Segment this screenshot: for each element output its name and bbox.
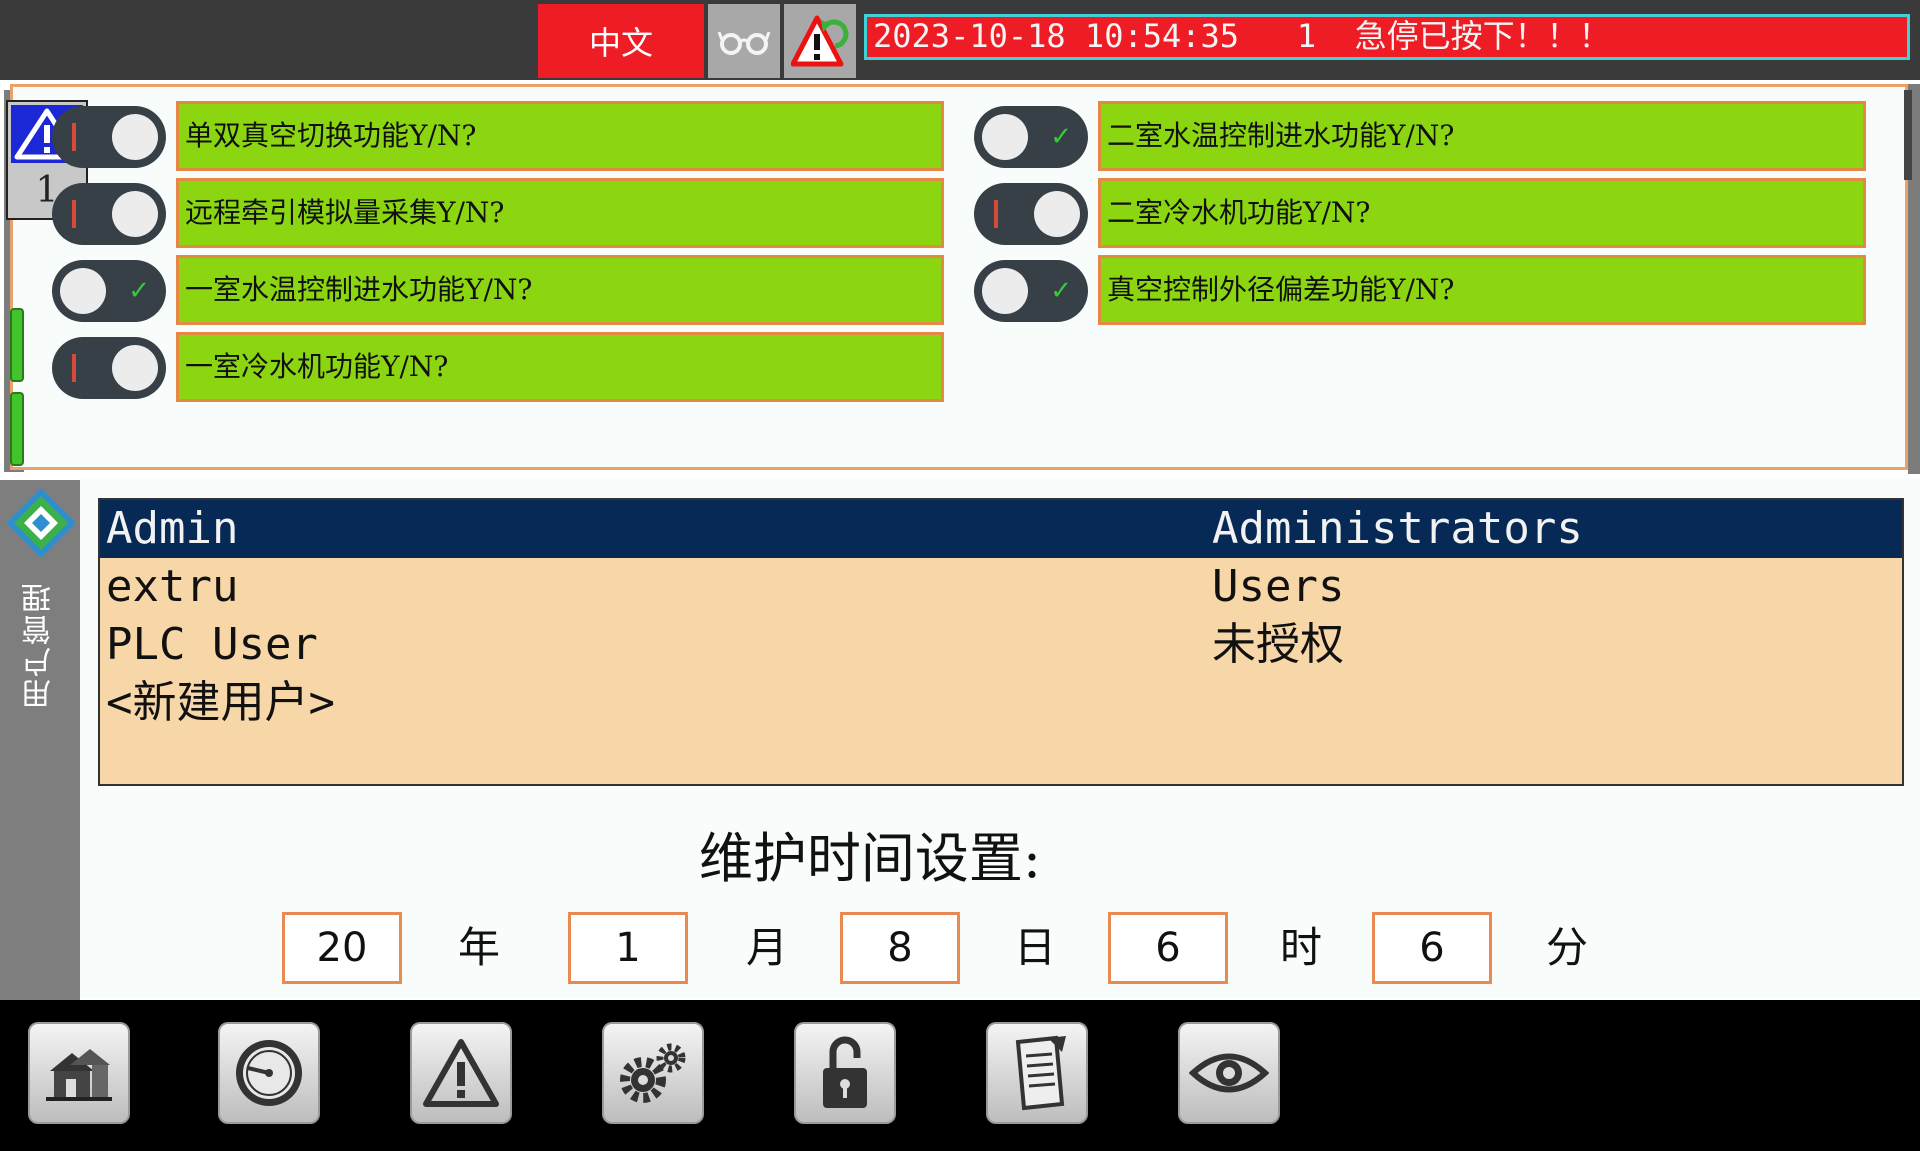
app-logo-icon	[4, 486, 78, 560]
unit-minute-label: 分	[1545, 923, 1588, 972]
unit-hour-label: 时	[1279, 923, 1322, 972]
home-icon	[46, 1049, 112, 1101]
check-icon: ✓	[1050, 276, 1072, 306]
function-label: 真空控制外径偏差功能Y/N?	[1098, 255, 1866, 325]
toggle-room2-chiller[interactable]	[974, 183, 1088, 245]
user-name: Admin	[106, 503, 239, 554]
unit-month-label: 月	[745, 923, 788, 972]
settings-button[interactable]	[602, 1022, 704, 1124]
off-mark-icon	[72, 123, 76, 151]
alarm-message-bar[interactable]: 2023-10-18 10:54:35 1 急停已按下！！！	[864, 14, 1910, 60]
toggle-room1-chiller[interactable]	[52, 337, 166, 399]
user-name: extru	[106, 561, 239, 612]
view-icon	[1189, 1053, 1269, 1093]
view-button[interactable]	[1178, 1022, 1280, 1124]
home-button[interactable]	[28, 1022, 130, 1124]
function-label: 二室水温控制进水功能Y/N?	[1098, 101, 1866, 171]
unit-day-label: 日	[1013, 923, 1056, 972]
gauge-button[interactable]	[218, 1022, 320, 1124]
toggle-room2-water-temp-control[interactable]: ✓	[974, 106, 1088, 168]
function-label: 远程牵引模拟量采集Y/N?	[176, 178, 944, 248]
function-label: 一室水温控制进水功能Y/N?	[176, 255, 944, 325]
user-table: Admin Administrators extru Users PLC Use…	[98, 498, 1904, 786]
toggle-vacuum-diameter-deviation[interactable]: ✓	[974, 260, 1088, 322]
alarm-button[interactable]	[410, 1022, 512, 1124]
unit-year-label: 年	[457, 923, 500, 972]
alarm-refresh-icon	[791, 15, 849, 67]
settings-icon	[620, 1043, 686, 1103]
maintenance-minute-input[interactable]: 6	[1372, 912, 1492, 984]
maintenance-time-title: 维护时间设置:	[698, 827, 1042, 890]
side-indicator	[10, 392, 24, 466]
maintenance-month-input[interactable]: 1	[568, 912, 688, 984]
off-mark-icon	[72, 354, 76, 382]
new-user-row[interactable]: <新建用户>	[100, 674, 1902, 732]
function-label: 一室冷水机功能Y/N?	[176, 332, 944, 402]
function-label: 二室冷水机功能Y/N?	[1098, 178, 1866, 248]
user-row-selected[interactable]: Admin Administrators	[100, 500, 1902, 558]
glasses-icon	[717, 31, 771, 55]
maintenance-year-input[interactable]: 20	[282, 912, 402, 984]
user-group: 未授权	[1212, 619, 1344, 670]
check-icon: ✓	[128, 276, 150, 306]
recipe-button[interactable]	[986, 1022, 1088, 1124]
function-label: 单双真空切换功能Y/N?	[176, 101, 944, 171]
toggle-room1-water-temp-control[interactable]: ✓	[52, 260, 166, 322]
user-name: <新建用户>	[106, 677, 335, 728]
check-icon: ✓	[1050, 122, 1072, 152]
user-row[interactable]: extru Users	[100, 558, 1902, 616]
language-button[interactable]: 中文	[538, 4, 704, 78]
user-row[interactable]: PLC User 未授权	[100, 616, 1902, 674]
recipe-icon	[1015, 1035, 1066, 1111]
unlock-icon	[823, 1036, 867, 1108]
toggle-single-double-vacuum[interactable]	[52, 106, 166, 168]
off-mark-icon	[72, 200, 76, 228]
side-indicator	[10, 308, 24, 382]
maintenance-day-input[interactable]: 8	[840, 912, 960, 984]
maintenance-hour-input[interactable]: 6	[1108, 912, 1228, 984]
panel-scrollbar-thumb[interactable]	[1904, 90, 1912, 180]
glasses-button[interactable]	[708, 4, 780, 78]
user-group: Users	[1212, 561, 1345, 612]
user-management-title: 用户管理	[22, 581, 57, 709]
toggle-remote-haul-off-analog[interactable]	[52, 183, 166, 245]
gauge-icon	[236, 1040, 302, 1106]
off-mark-icon	[994, 200, 998, 228]
alarm-acknowledge-button[interactable]	[784, 4, 856, 78]
alarm-icon	[423, 1039, 499, 1107]
login-button[interactable]	[794, 1022, 896, 1124]
user-name: PLC User	[106, 619, 318, 670]
user-group: Administrators	[1212, 503, 1583, 554]
